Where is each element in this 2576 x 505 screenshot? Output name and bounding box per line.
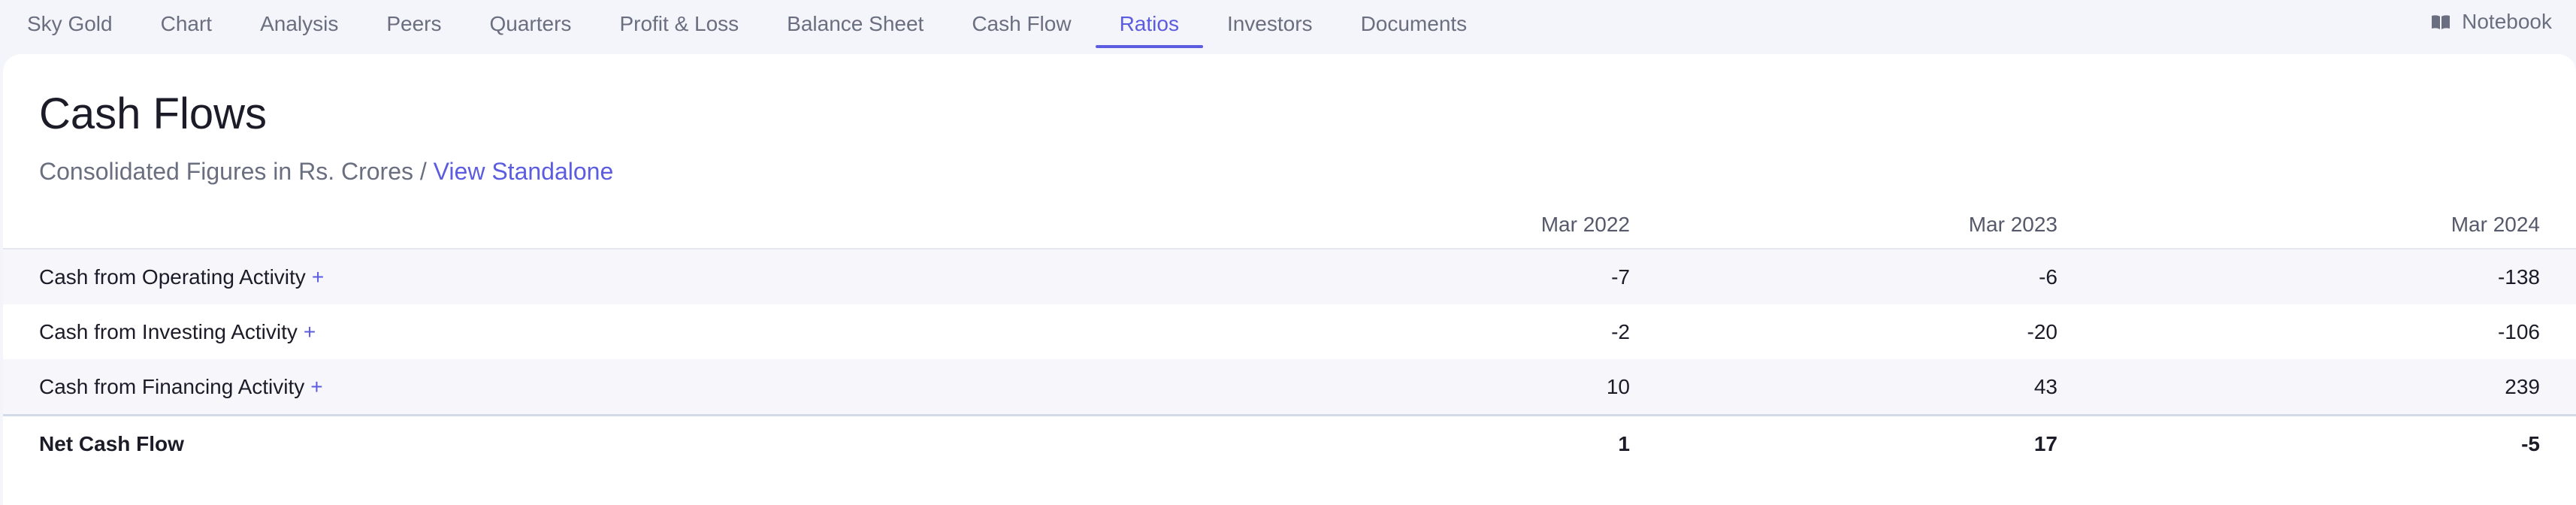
total-value: -5 <box>2058 414 2576 472</box>
total-value: 17 <box>1631 414 2058 472</box>
row-label-financing[interactable]: Cash from Financing Activity + <box>3 359 1208 416</box>
label-column-header <box>3 201 1208 249</box>
column-header-mar-2024: Mar 2024 <box>2058 201 2576 249</box>
row-label-text: Cash from Investing Activity <box>39 319 298 343</box>
tab-investors[interactable]: Investors <box>1203 0 1337 48</box>
notebook-button[interactable]: Notebook <box>2430 0 2552 44</box>
expand-plus-icon[interactable]: + <box>310 375 322 398</box>
view-standalone-link[interactable]: View Standalone <box>434 158 614 185</box>
expand-plus-icon[interactable]: + <box>312 265 324 289</box>
cell-value: 43 <box>1631 359 2058 416</box>
tab-profit-loss[interactable]: Profit & Loss <box>595 0 763 48</box>
tab-ratios[interactable]: Ratios <box>1095 0 1204 48</box>
cash-flow-table: Mar 2022 Mar 2023 Mar 2024 Cash from Ope… <box>3 201 2576 472</box>
cell-value: 239 <box>2058 359 2576 416</box>
figures-subtitle: Consolidated Figures in Rs. Crores / Vie… <box>39 158 613 186</box>
cell-value: -20 <box>2027 319 2057 343</box>
section-title: Cash Flows <box>39 89 267 138</box>
section-tabs: Sky Gold Chart Analysis Peers Quarters P… <box>0 0 1491 48</box>
notebook-label: Notebook <box>2462 10 2552 33</box>
cell-value: 10 <box>1208 359 1631 416</box>
row-label-investing[interactable]: Cash from Investing Activity + <box>3 304 1208 359</box>
table-row: Cash from Investing Activity + -2 -20 -10… <box>3 304 2576 359</box>
net-cash-flow-row: Net Cash Flow 1 17 -5 <box>3 414 2576 472</box>
tab-documents[interactable]: Documents <box>1337 0 1492 48</box>
cash-flows-card: Cash Flows Consolidated Figures in Rs. C… <box>3 54 2576 505</box>
table-row: Cash from Operating Activity + -7 -6 -138 <box>3 249 2576 304</box>
consolidated-label: Consolidated Figures in Rs. Crores / <box>39 158 434 185</box>
column-header-mar-2023: Mar 2023 <box>1631 201 2058 249</box>
cell-value: -106 <box>2497 319 2540 343</box>
tab-analysis[interactable]: Analysis <box>236 0 362 48</box>
top-navigation: Sky Gold Chart Analysis Peers Quarters P… <box>0 0 2576 48</box>
column-header-mar-2022: Mar 2022 <box>1208 201 1631 249</box>
header-row: Mar 2022 Mar 2023 Mar 2024 <box>3 201 2576 249</box>
tab-peers[interactable]: Peers <box>362 0 465 48</box>
expand-plus-icon[interactable]: + <box>304 320 316 343</box>
row-label-text: Cash from Operating Activity <box>39 265 306 289</box>
cell-value: -2 <box>1611 319 1630 343</box>
total-value: 1 <box>1208 414 1631 472</box>
tab-cash-flow[interactable]: Cash Flow <box>948 0 1095 48</box>
cell-value: -7 <box>1208 249 1631 304</box>
tab-chart[interactable]: Chart <box>137 0 236 48</box>
row-label-operating[interactable]: Cash from Operating Activity + <box>3 249 1208 304</box>
row-label-net-cash-flow: Net Cash Flow <box>3 414 1208 472</box>
cell-value: -138 <box>2058 249 2576 304</box>
row-label-text: Cash from Financing Activity <box>39 374 305 398</box>
tab-balance-sheet[interactable]: Balance Sheet <box>763 0 948 48</box>
table-row: Cash from Financing Activity + 10 43 239 <box>3 359 2576 416</box>
cell-value: -6 <box>1631 249 2058 304</box>
tab-quarters[interactable]: Quarters <box>466 0 596 48</box>
tab-sky-gold[interactable]: Sky Gold <box>3 0 137 48</box>
book-icon <box>2430 13 2451 31</box>
